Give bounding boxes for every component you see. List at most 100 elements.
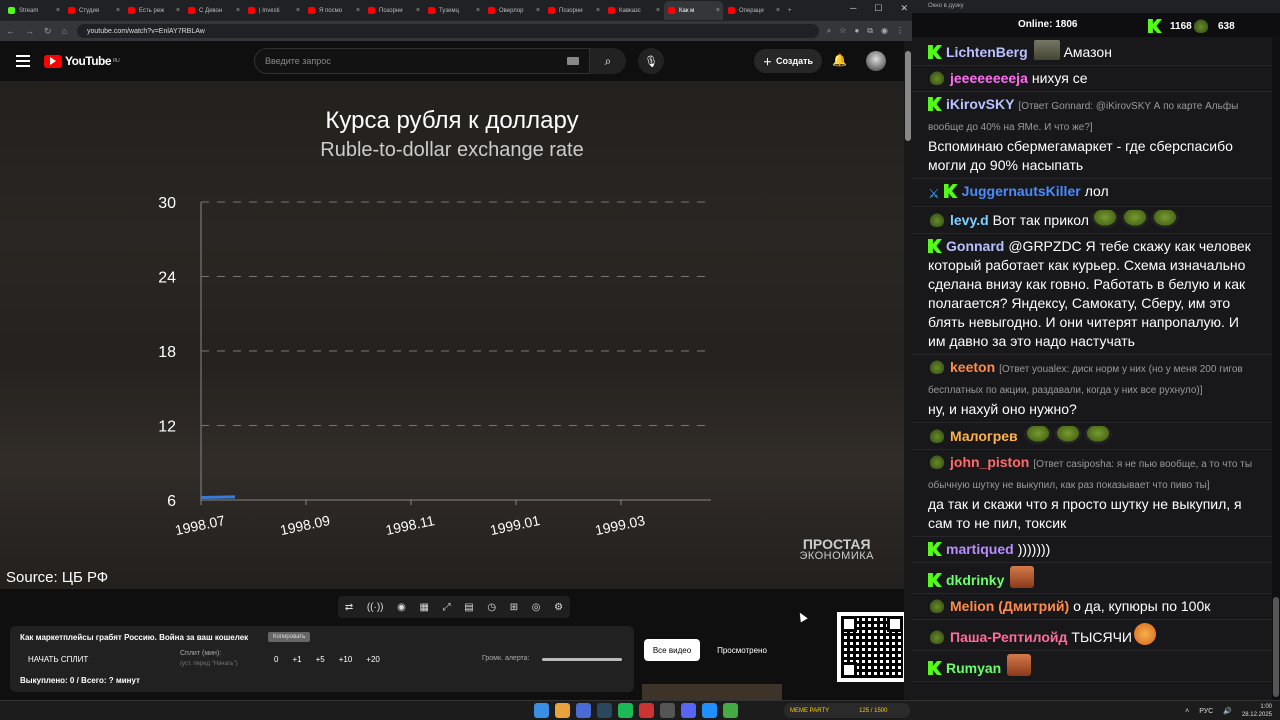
tab-close-icon[interactable]: × [176,7,180,14]
app-icon[interactable] [660,703,675,718]
tab-0[interactable]: Stream × [4,1,63,20]
tab-close-icon[interactable]: × [656,7,660,14]
eye-icon[interactable]: ◉ [397,602,406,613]
chat-scrollbar[interactable] [1272,37,1280,700]
tab-close-icon[interactable]: × [716,7,720,14]
chat-username[interactable]: jeeeeeeeeja [950,70,1028,86]
tab-close-icon[interactable]: × [536,7,540,14]
maximize-icon[interactable]: ☐ [874,3,882,14]
chat-username[interactable]: keeton [950,359,995,375]
tab-6[interactable]: Позорни × [364,1,423,20]
tab-close-icon[interactable]: × [596,7,600,14]
app2-icon[interactable] [681,703,696,718]
speed-icon[interactable]: ◷ [487,602,496,613]
tab-close-icon[interactable]: × [416,7,420,14]
tab-12[interactable]: Операци × [724,1,783,20]
home-icon[interactable]: ⌂ [62,26,67,37]
tab-9[interactable]: Позорни × [544,1,603,20]
zoom-icon[interactable]: ⌕ [827,26,831,36]
clock[interactable]: 1:00 28.12.2025 [1242,703,1272,719]
lang-indicator[interactable]: РУС [1199,708,1213,715]
copy-button[interactable]: Копировать [268,632,311,642]
tab-close-icon[interactable]: × [476,7,480,14]
settings-icon[interactable]: ⚙ [554,602,563,613]
notifications-bell-icon[interactable]: 🔔 [832,53,847,67]
alert-volume-slider[interactable] [542,658,622,661]
add-20-button[interactable]: +20 [366,655,380,664]
add-screen-icon[interactable]: ⊞ [510,602,518,613]
tab-close-icon[interactable]: × [116,7,120,14]
extension-icon[interactable]: ● [854,26,859,36]
tab-close-icon[interactable]: × [56,7,60,14]
telegram-icon[interactable] [702,703,717,718]
frames-icon[interactable]: ▤ [464,602,473,613]
search-button[interactable]: ⌕ [590,48,626,74]
avatar[interactable] [866,51,886,71]
create-button[interactable]: ＋ Создать [754,49,822,73]
close-icon[interactable]: ✕ [900,3,908,14]
star-icon[interactable]: ☆ [839,26,846,36]
chat-username[interactable]: dkdrinky [946,572,1004,588]
tab-close-icon[interactable]: × [776,7,780,14]
start-icon[interactable] [534,703,549,718]
tab-5[interactable]: Я посмо × [304,1,363,20]
tab-1[interactable]: Студия × [64,1,123,20]
chat-username[interactable]: Gonnard [946,238,1004,254]
voice-search-button[interactable]: 🎙 [638,48,664,74]
spotify-icon[interactable] [618,703,633,718]
watched-button[interactable]: Просмотрено [708,639,776,661]
chat-username[interactable]: levy.d [950,212,989,228]
tab-4[interactable]: | Investi × [244,1,303,20]
tab-close-icon[interactable]: × [296,7,300,14]
chat-username[interactable]: JuggernautsKiller [962,183,1081,199]
broadcast-icon[interactable]: ((·)) [367,602,384,613]
tab-close-icon[interactable]: × [356,7,360,14]
meme-party-widget[interactable]: MEME PARTY 125 / 1500 [784,703,910,718]
tab-10[interactable]: Кавказс × [604,1,663,20]
tab-close-icon[interactable]: × [236,7,240,14]
add-1-button[interactable]: +1 [292,655,301,664]
loop-icon[interactable]: ⇄ [345,602,353,613]
url-field[interactable]: youtube.com/watch?v=EnlAY7RBLAw [76,24,819,38]
tab-2[interactable]: Есть реж × [124,1,183,20]
tab-11[interactable]: Как м × [664,1,723,20]
tray-chevron-icon[interactable]: ˄ [1185,708,1189,715]
chat-username[interactable]: Rumyan [946,660,1001,676]
chat-username[interactable]: Паша-Рептилойд [950,629,1067,645]
tab-8[interactable]: Оверлор × [484,1,543,20]
puzzle-icon[interactable]: ⧉ [867,26,873,36]
forward-icon[interactable]: → [25,26,34,37]
camera-icon[interactable]: ◎ [532,602,541,613]
steam-icon[interactable] [597,703,612,718]
video-player[interactable]: Курса рубля к доллару Ruble-to-dollar ex… [0,81,904,589]
minimize-icon[interactable]: ─ [850,3,856,14]
chat-username[interactable]: john_piston [950,454,1029,470]
youtube-logo[interactable]: YouTube RU [44,54,120,68]
chat-username[interactable]: Melion (Дмитрий) [950,598,1069,614]
scrollbar-thumb[interactable] [905,51,911,141]
obs-icon[interactable] [639,703,654,718]
keyboard-icon[interactable] [567,57,579,65]
menu-icon[interactable]: ⋮ [896,26,904,36]
chat-username[interactable]: martiqued [946,541,1014,557]
menu-burger-icon[interactable] [16,55,30,67]
reload-icon[interactable]: ↻ [44,26,52,37]
chrome-icon[interactable] [555,703,570,718]
page-scrollbar[interactable] [904,41,912,700]
tab-7[interactable]: Туземц × [424,1,483,20]
add-5-button[interactable]: +5 [316,655,325,664]
discord-icon[interactable] [576,703,591,718]
back-icon[interactable]: ← [6,26,15,37]
resize-icon[interactable]: ⤢ [443,602,451,613]
new-tab-button[interactable]: + [784,1,798,20]
volume-icon[interactable]: 🔊 [1223,707,1232,715]
search-input[interactable]: Введите запрос [254,48,590,74]
chat-username[interactable]: iKirovSKY [946,96,1014,112]
chat-username[interactable]: Малогрев [950,428,1018,444]
all-videos-button[interactable]: Все видео [644,639,700,661]
chat-scrollbar-thumb[interactable] [1273,597,1279,697]
start-split-button[interactable]: НАЧАТЬ СПЛИТ [28,655,88,664]
app3-icon[interactable] [723,703,738,718]
profile-icon[interactable]: ◉ [881,26,888,36]
tab-3[interactable]: С Девон × [184,1,243,20]
